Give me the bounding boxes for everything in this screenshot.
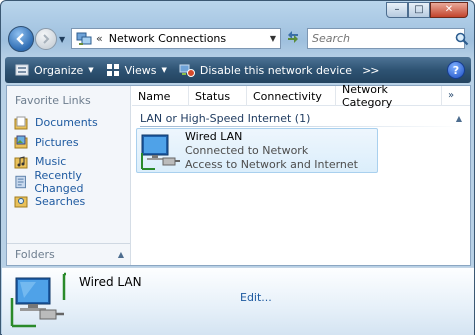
column-header-connectivity[interactable]: Connectivity bbox=[247, 86, 336, 106]
recently-changed-icon bbox=[15, 175, 26, 188]
address-location[interactable]: Network Connections bbox=[109, 32, 266, 45]
connection-item-wired-lan[interactable]: Wired LAN Connected to Network Access to… bbox=[136, 128, 378, 173]
favorite-link-label: Searches bbox=[35, 194, 86, 208]
favorite-link-label: Music bbox=[35, 155, 67, 169]
views-button[interactable]: Views ▼ bbox=[100, 57, 173, 83]
back-button[interactable] bbox=[8, 26, 34, 52]
details-connection-name: Wired LAN bbox=[79, 275, 142, 289]
command-bar: Organize ▼ Views ▼ Disable this network … bbox=[5, 57, 471, 83]
column-header-label: Connectivity bbox=[253, 89, 322, 103]
address-dropdown-icon[interactable]: ▼ bbox=[266, 34, 280, 43]
column-header-status[interactable]: Status bbox=[189, 86, 247, 106]
forward-button[interactable] bbox=[35, 28, 57, 50]
organize-icon bbox=[15, 63, 29, 77]
file-list-pane: Name Status Connectivity Network Categor… bbox=[132, 83, 470, 265]
navigation-pane: Favorite Links Documents Pictures Music … bbox=[7, 86, 131, 265]
help-button[interactable]: ? bbox=[447, 61, 465, 79]
column-header-name[interactable]: Name bbox=[132, 86, 189, 106]
refresh-button[interactable] bbox=[283, 30, 303, 48]
organize-dropdown-icon: ▼ bbox=[88, 66, 94, 74]
connection-access: Access to Network and Internet bbox=[185, 158, 358, 171]
maximize-button[interactable]: □ bbox=[408, 2, 430, 18]
details-pane: Wired LAN Edit... bbox=[2, 267, 474, 335]
group-header[interactable]: LAN or High-Speed Internet (1) ▲ bbox=[140, 110, 462, 126]
content-area: Favorite Links Documents Pictures Music … bbox=[6, 83, 471, 266]
search-box[interactable] bbox=[307, 28, 469, 49]
views-icon bbox=[106, 63, 120, 77]
music-icon bbox=[14, 156, 28, 169]
group-title: LAN or High-Speed Internet (1) bbox=[140, 111, 311, 125]
more-commands-button[interactable]: >> bbox=[358, 64, 382, 77]
network-connections-icon bbox=[76, 32, 92, 45]
documents-icon bbox=[14, 116, 28, 130]
disable-network-icon bbox=[179, 63, 195, 77]
views-label: Views bbox=[124, 63, 157, 77]
back-arrow-icon bbox=[16, 33, 24, 45]
caption-buttons: – □ ✕ bbox=[386, 2, 468, 18]
disable-device-button[interactable]: Disable this network device bbox=[173, 57, 358, 83]
more-columns-icon[interactable]: » bbox=[442, 86, 454, 105]
views-dropdown-icon: ▼ bbox=[161, 66, 167, 74]
address-bar[interactable]: « Network Connections ▼ bbox=[71, 28, 281, 49]
column-header-label: Name bbox=[138, 89, 171, 103]
breadcrumb-separator: « bbox=[96, 32, 103, 45]
favorite-links-heading: Favorite Links bbox=[15, 94, 91, 107]
favorite-link-documents[interactable]: Documents bbox=[14, 113, 130, 133]
folders-label: Folders bbox=[15, 248, 55, 261]
organize-button[interactable]: Organize ▼ bbox=[9, 57, 100, 83]
minimize-button[interactable]: – bbox=[386, 2, 408, 18]
favorite-link-label: Pictures bbox=[35, 135, 79, 149]
column-header-label: Network Category bbox=[342, 83, 393, 109]
pictures-icon bbox=[14, 135, 28, 149]
wired-lan-icon bbox=[141, 134, 180, 170]
forward-arrow-icon bbox=[43, 34, 50, 44]
column-headers: Name Status Connectivity Network Categor… bbox=[132, 83, 470, 109]
edit-link[interactable]: Edit... bbox=[240, 291, 272, 304]
search-icon[interactable] bbox=[455, 32, 469, 46]
folders-toggle[interactable]: Folders ▲ bbox=[7, 243, 130, 265]
organize-label: Organize bbox=[34, 63, 84, 77]
connection-status: Connected to Network bbox=[185, 144, 309, 157]
searches-icon bbox=[14, 196, 28, 208]
group-collapse-icon[interactable]: ▲ bbox=[456, 114, 462, 123]
explorer-window: – □ ✕ ▼ « Network Connections ▼ Search O… bbox=[0, 0, 475, 335]
favorite-link-recently-changed[interactable]: Recently Changed bbox=[14, 168, 130, 195]
favorite-link-label: Recently Changed bbox=[34, 168, 84, 195]
connection-name: Wired LAN bbox=[185, 130, 243, 143]
wired-lan-large-icon bbox=[10, 272, 66, 328]
chevron-up-icon: ▲ bbox=[117, 250, 124, 259]
disable-device-label: Disable this network device bbox=[199, 63, 353, 77]
favorite-link-label: Documents bbox=[35, 116, 98, 130]
column-header-network-category[interactable]: Network Category bbox=[336, 83, 442, 109]
refresh-icon bbox=[288, 31, 298, 43]
favorite-link-pictures[interactable]: Pictures bbox=[14, 133, 130, 153]
recent-pages-dropdown[interactable]: ▼ bbox=[59, 35, 65, 44]
column-header-label: Status bbox=[195, 89, 231, 103]
group-divider bbox=[140, 126, 462, 127]
favorite-links-list: Documents Pictures Music Recently Change… bbox=[14, 113, 130, 211]
search-input[interactable] bbox=[312, 32, 455, 45]
close-button[interactable]: ✕ bbox=[430, 2, 468, 18]
